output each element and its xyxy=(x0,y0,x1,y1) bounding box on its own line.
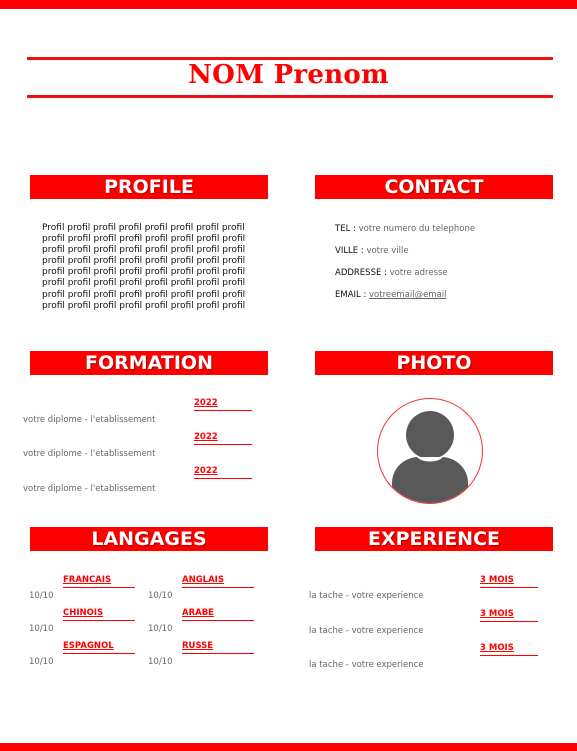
photo-placeholder[interactable] xyxy=(377,398,483,504)
email-label: EMAIL : xyxy=(335,290,370,300)
language-score: 10/10 xyxy=(148,591,173,601)
contact-adresse: ADDRESSE : votre adresse xyxy=(335,268,448,278)
language-score: 10/10 xyxy=(29,624,54,634)
email-link[interactable]: votreemail@email xyxy=(369,290,446,300)
profile-line: profil profil profil profil profil profi… xyxy=(42,289,246,300)
formation-year: 2022 xyxy=(194,398,252,411)
experience-duration: 3 MOIS xyxy=(480,643,538,656)
top-red-bar xyxy=(0,0,577,9)
bottom-red-bar xyxy=(0,743,577,751)
formation-year: 2022 xyxy=(194,432,252,445)
profile-line: profil profil profil profil profil profi… xyxy=(42,256,246,267)
experience-duration: 3 MOIS xyxy=(480,609,538,622)
profile-line: Profil profil profil profil profil profi… xyxy=(42,223,245,233)
language-name: RUSSE xyxy=(182,641,254,654)
resume-name: NOM Prenom xyxy=(188,60,389,90)
name-bottom-rule xyxy=(27,95,553,98)
language-name: ARABE xyxy=(182,608,254,621)
experience-duration: 3 MOIS xyxy=(480,575,538,588)
formation-diploma: votre diplome - l'etablissement xyxy=(23,415,156,425)
contact-email: EMAIL : votreemail@email xyxy=(335,290,447,300)
adresse-label: ADDRESSE : xyxy=(335,268,390,278)
contact-tel: TEL : votre numero du telephone xyxy=(335,224,475,234)
contact-ville: VILLE : votre ville xyxy=(335,246,409,256)
contact-heading: CONTACT xyxy=(315,175,553,199)
language-name: ESPAGNOL xyxy=(63,641,135,654)
profile-line: profil profil profil profil profil profi… xyxy=(42,300,246,311)
language-score: 10/10 xyxy=(29,591,54,601)
profile-line: profil profil profil profil profil profi… xyxy=(42,267,246,278)
language-score: 10/10 xyxy=(29,657,54,667)
formation-diploma: votre diplome - l'etablissement xyxy=(23,449,156,459)
language-name: CHINOIS xyxy=(63,608,135,621)
experience-task: la tache - votre experience xyxy=(309,660,424,670)
avatar-icon xyxy=(392,411,468,503)
photo-heading: PHOTO xyxy=(315,351,553,375)
profile-text: Profil profil profil profil profil profi… xyxy=(42,223,257,312)
profile-heading: PROFILE xyxy=(30,175,268,199)
language-name: ANGLAIS xyxy=(182,575,254,588)
experience-task: la tache - votre experience xyxy=(309,591,424,601)
tel-label: TEL : xyxy=(335,224,359,234)
formation-year: 2022 xyxy=(194,466,252,479)
profile-line: profil profil profil profil profil profi… xyxy=(42,234,246,245)
avatar-body xyxy=(392,457,468,503)
experience-heading: EXPERIENCE xyxy=(315,527,553,551)
profile-line: profil profil profil profil profil profi… xyxy=(42,245,246,256)
adresse-value: votre adresse xyxy=(389,268,448,278)
profile-line: profil profil profil profil profil profi… xyxy=(42,278,246,289)
formation-diploma: votre diplome - l'etablissement xyxy=(23,484,156,494)
experience-task: la tache - votre experience xyxy=(309,626,424,636)
language-score: 10/10 xyxy=(148,624,173,634)
language-name: FRANCAIS xyxy=(63,575,135,588)
ville-value: votre ville xyxy=(366,246,409,256)
avatar-head xyxy=(406,411,454,459)
formation-heading: FORMATION xyxy=(30,351,268,375)
language-score: 10/10 xyxy=(148,657,173,667)
langages-heading: LANGAGES xyxy=(30,527,268,551)
tel-value: votre numero du telephone xyxy=(358,224,476,234)
ville-label: VILLE : xyxy=(335,246,367,256)
